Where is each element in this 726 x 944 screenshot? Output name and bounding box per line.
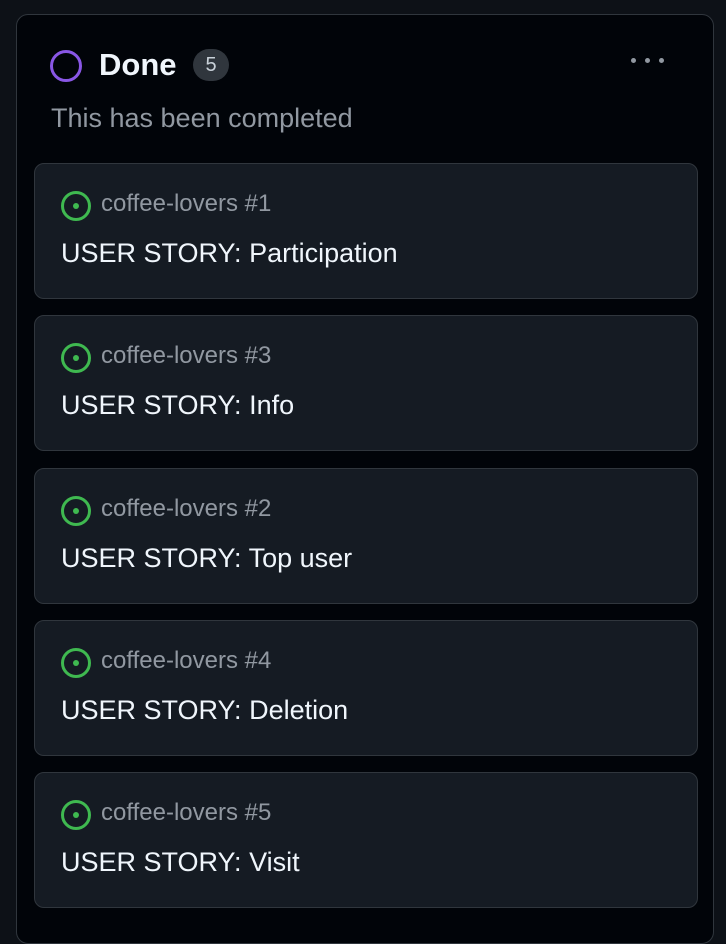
item-count-badge: 5 — [193, 49, 229, 81]
column-header: Done 5 This has been completed — [17, 15, 713, 155]
issue-card[interactable]: coffee-lovers #2 USER STORY: Top user — [34, 468, 698, 604]
issue-reference[interactable]: coffee-lovers #3 — [101, 340, 271, 372]
issue-card[interactable]: coffee-lovers #5 USER STORY: Visit — [34, 772, 698, 908]
issue-title[interactable]: USER STORY: Top user — [61, 541, 352, 575]
issue-title[interactable]: USER STORY: Deletion — [61, 693, 348, 727]
issue-opened-icon — [61, 343, 91, 373]
issue-title[interactable]: USER STORY: Participation — [61, 236, 398, 270]
issue-card[interactable]: coffee-lovers #1 USER STORY: Participati… — [34, 163, 698, 299]
project-column-done: Done 5 This has been completed coffee-lo… — [16, 14, 714, 944]
column-title: Done — [99, 47, 177, 82]
issue-opened-icon — [61, 496, 91, 526]
issue-card[interactable]: coffee-lovers #4 USER STORY: Deletion — [34, 620, 698, 756]
status-circle-icon — [50, 50, 82, 82]
kebab-horizontal-icon — [631, 58, 636, 63]
column-menu-button[interactable] — [621, 45, 673, 75]
column-description: This has been completed — [51, 103, 353, 133]
issue-opened-icon — [61, 648, 91, 678]
issue-opened-icon — [61, 800, 91, 830]
issue-reference[interactable]: coffee-lovers #1 — [101, 188, 271, 220]
issue-opened-icon — [61, 191, 91, 221]
issue-card[interactable]: coffee-lovers #3 USER STORY: Info — [34, 315, 698, 451]
issue-title[interactable]: USER STORY: Visit — [61, 845, 300, 879]
issue-reference[interactable]: coffee-lovers #2 — [101, 493, 271, 525]
issue-reference[interactable]: coffee-lovers #4 — [101, 645, 271, 677]
issue-reference[interactable]: coffee-lovers #5 — [101, 797, 271, 829]
issue-title[interactable]: USER STORY: Info — [61, 388, 294, 422]
